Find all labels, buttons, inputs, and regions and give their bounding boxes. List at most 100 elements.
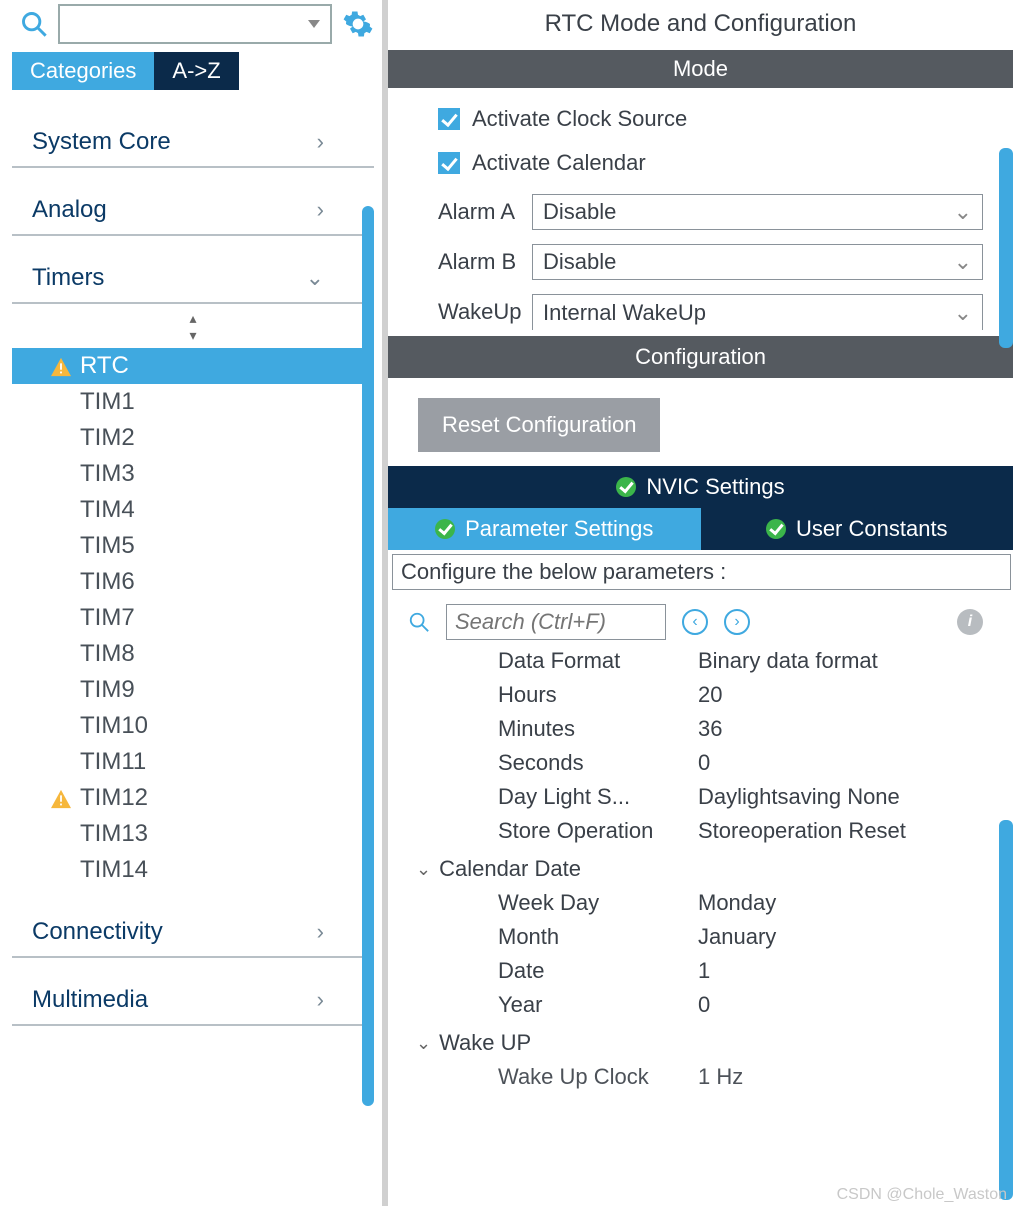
user-tab-label: User Constants <box>796 516 948 542</box>
checkbox-activate-clock[interactable] <box>438 108 460 130</box>
sidebar-item-label: TIM4 <box>80 496 135 524</box>
sidebar-item-tim5[interactable]: TIM5 <box>12 528 374 564</box>
chevron-down-icon: ⌄ <box>954 249 972 275</box>
sidebar-item-timers[interactable]: Timers ⌄ <box>12 254 374 304</box>
sidebar-item-connectivity[interactable]: Connectivity › <box>12 908 374 958</box>
scrollbar[interactable] <box>362 206 374 1026</box>
sidebar-item-label: TIM13 <box>80 820 148 848</box>
sidebar-item-multimedia[interactable]: Multimedia › <box>12 976 374 1026</box>
param-key: Minutes <box>498 716 698 742</box>
sidebar-item-label: TIM12 <box>80 784 148 812</box>
next-match-button[interactable]: › <box>724 609 750 635</box>
sidebar-item-tim7[interactable]: TIM7 <box>12 600 374 636</box>
sidebar-item-label: TIM14 <box>80 856 148 884</box>
sidebar-item-tim1[interactable]: TIM1 <box>12 384 374 420</box>
prev-match-button[interactable]: ‹ <box>682 609 708 635</box>
param-key: Hours <box>498 682 698 708</box>
category-select[interactable] <box>58 4 332 44</box>
sidebar-item-label: TIM3 <box>80 460 135 488</box>
param-key: Day Light S... <box>498 784 698 810</box>
sidebar-item-rtc[interactable]: RTC <box>12 348 374 384</box>
scrollbar[interactable] <box>999 820 1013 1200</box>
label-wakeup: WakeUp <box>438 299 532 325</box>
tab-nvic-settings[interactable]: NVIC Settings <box>388 466 1013 508</box>
sidebar-item-tim12[interactable]: TIM12 <box>12 780 374 816</box>
chevron-right-icon: › <box>317 197 324 223</box>
label-activate-clock: Activate Clock Source <box>472 106 687 132</box>
sidebar-label: Timers <box>32 264 104 292</box>
sidebar-item-tim9[interactable]: TIM9 <box>12 672 374 708</box>
warning-icon <box>50 392 72 412</box>
warning-icon <box>50 788 72 808</box>
sidebar-item-analog[interactable]: Analog › <box>12 186 374 236</box>
param-value[interactable]: January <box>698 924 993 950</box>
sidebar-item-tim2[interactable]: TIM2 <box>12 420 374 456</box>
check-icon <box>435 519 455 539</box>
info-icon[interactable]: i <box>957 609 983 635</box>
label-alarm-b: Alarm B <box>438 249 532 275</box>
tab-a-to-z[interactable]: A->Z <box>154 52 238 90</box>
tab-parameter-settings[interactable]: Parameter Settings <box>388 508 701 550</box>
search-icon[interactable] <box>408 611 430 633</box>
param-value[interactable]: 36 <box>698 716 993 742</box>
sidebar-item-label: TIM9 <box>80 676 135 704</box>
sidebar-label: Analog <box>32 196 107 224</box>
sidebar-item-tim14[interactable]: TIM14 <box>12 852 374 888</box>
sidebar-item-tim8[interactable]: TIM8 <box>12 636 374 672</box>
param-value[interactable]: 0 <box>698 750 993 776</box>
param-key: Week Day <box>498 890 698 916</box>
chevron-down-icon: ⌄ <box>416 859 431 880</box>
param-value[interactable]: 20 <box>698 682 993 708</box>
group-calendar-date[interactable]: ⌄Calendar Date <box>388 848 1013 886</box>
param-value[interactable]: Storeoperation Reset <box>698 818 993 844</box>
warning-icon <box>50 500 72 520</box>
group-wake-up[interactable]: ⌄Wake UP <box>388 1022 1013 1060</box>
tab-categories[interactable]: Categories <box>12 52 154 90</box>
param-value[interactable]: 0 <box>698 992 993 1018</box>
chevron-down-icon: ⌄ <box>306 265 324 291</box>
sidebar-item-label: TIM7 <box>80 604 135 632</box>
sidebar-item-label: TIM5 <box>80 532 135 560</box>
select-alarm-a[interactable]: Disable ⌄ <box>532 194 983 230</box>
page-title: RTC Mode and Configuration <box>388 0 1013 50</box>
param-key: Store Operation <box>498 818 698 844</box>
param-key: Year <box>498 992 698 1018</box>
param-value[interactable]: 1 Hz <box>698 1064 993 1090</box>
param-key: Wake Up Clock <box>498 1064 698 1090</box>
sidebar-item-system-core[interactable]: System Core › <box>12 118 374 168</box>
param-value[interactable]: Monday <box>698 890 993 916</box>
select-value: Disable <box>543 249 616 275</box>
gear-icon[interactable] <box>342 8 374 40</box>
sidebar-item-tim6[interactable]: TIM6 <box>12 564 374 600</box>
select-wakeup[interactable]: Internal WakeUp ⌄ <box>532 294 983 330</box>
sidebar-item-label: TIM2 <box>80 424 135 452</box>
param-value[interactable]: Binary data format <box>698 648 993 674</box>
tab-user-constants[interactable]: User Constants <box>701 508 1013 550</box>
sidebar-item-label: RTC <box>80 352 129 380</box>
sidebar-item-tim3[interactable]: TIM3 <box>12 456 374 492</box>
checkbox-activate-calendar[interactable] <box>438 152 460 174</box>
warning-icon <box>50 680 72 700</box>
sort-arrows-icon[interactable]: ▴▾ <box>12 304 374 348</box>
warning-icon <box>50 536 72 556</box>
sidebar-item-tim10[interactable]: TIM10 <box>12 708 374 744</box>
sidebar-item-tim13[interactable]: TIM13 <box>12 816 374 852</box>
search-input[interactable] <box>446 604 666 640</box>
param-value[interactable]: 1 <box>698 958 993 984</box>
search-icon[interactable] <box>20 10 48 38</box>
check-icon <box>616 477 636 497</box>
warning-icon <box>50 644 72 664</box>
scrollbar[interactable] <box>999 148 1013 348</box>
sidebar-item-label: TIM6 <box>80 568 135 596</box>
sidebar-label: Connectivity <box>32 918 163 946</box>
select-alarm-b[interactable]: Disable ⌄ <box>532 244 983 280</box>
reset-configuration-button[interactable]: Reset Configuration <box>418 398 660 452</box>
sidebar-item-tim11[interactable]: TIM11 <box>12 744 374 780</box>
mode-header: Mode <box>388 50 1013 88</box>
sidebar-item-tim4[interactable]: TIM4 <box>12 492 374 528</box>
sidebar-item-label: TIM1 <box>80 388 135 416</box>
warning-icon <box>50 428 72 448</box>
sidebar-label: Multimedia <box>32 986 148 1014</box>
param-value[interactable]: Daylightsaving None <box>698 784 993 810</box>
sidebar-item-label: TIM11 <box>80 748 146 776</box>
